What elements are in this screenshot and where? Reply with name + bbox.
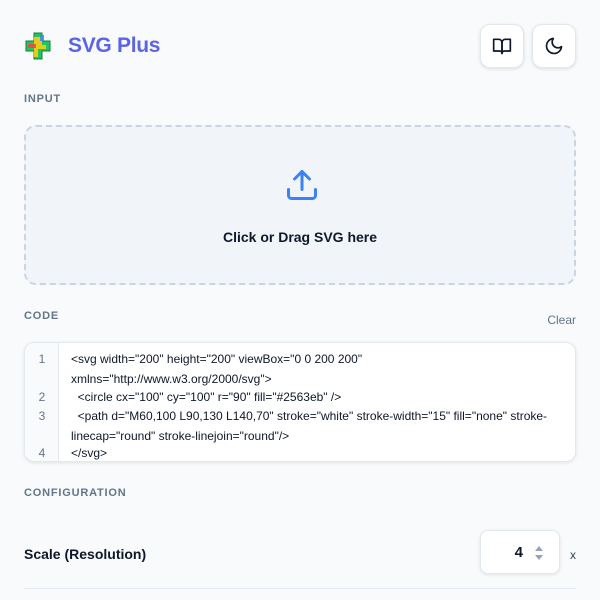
configuration-section-label: CONFIGURATION — [24, 487, 127, 499]
puzzle-cross-logo — [25, 32, 51, 60]
upload-icon — [287, 170, 317, 200]
code-editor[interactable]: 1 2 3 4 <svg width="200" height="200" vi… — [24, 342, 576, 462]
scale-unit: x — [570, 548, 576, 562]
scale-label: Scale (Resolution) — [24, 546, 147, 562]
code-section-label: CODE — [24, 310, 59, 322]
line-number: 4 — [38, 446, 46, 460]
line-number: 2 — [38, 390, 46, 404]
scale-stepper[interactable]: 4 — [480, 530, 560, 574]
code-line: </svg> — [71, 446, 108, 460]
scale-config-row: Scale (Resolution) 4 x — [24, 530, 576, 576]
stepper-arrows-icon[interactable] — [533, 543, 545, 563]
code-line: <svg width="200" height="200" viewBox="0… — [71, 352, 366, 386]
code-line: <path d="M60,100 L90,130 L140,70" stroke… — [71, 409, 548, 443]
svg-dropzone[interactable]: Click or Drag SVG here — [24, 125, 576, 285]
line-number-gutter: 1 2 3 4 — [25, 343, 59, 461]
line-number: 1 — [38, 352, 46, 366]
app-title: SVG Plus — [68, 34, 161, 57]
book-open-icon — [492, 38, 512, 55]
code-line: <circle cx="100" cy="100" r="90" fill="#… — [71, 390, 342, 404]
scale-value[interactable]: 4 — [481, 544, 523, 561]
dropzone-text: Click or Drag SVG here — [222, 229, 378, 245]
input-section-label: INPUT — [24, 93, 61, 105]
line-number: 3 — [38, 409, 46, 423]
app-header: SVG Plus — [24, 24, 576, 68]
clear-button[interactable]: Clear — [547, 313, 576, 327]
docs-button[interactable] — [480, 24, 524, 68]
divider — [24, 588, 576, 589]
theme-toggle-button[interactable] — [532, 24, 576, 68]
moon-icon — [545, 37, 563, 55]
